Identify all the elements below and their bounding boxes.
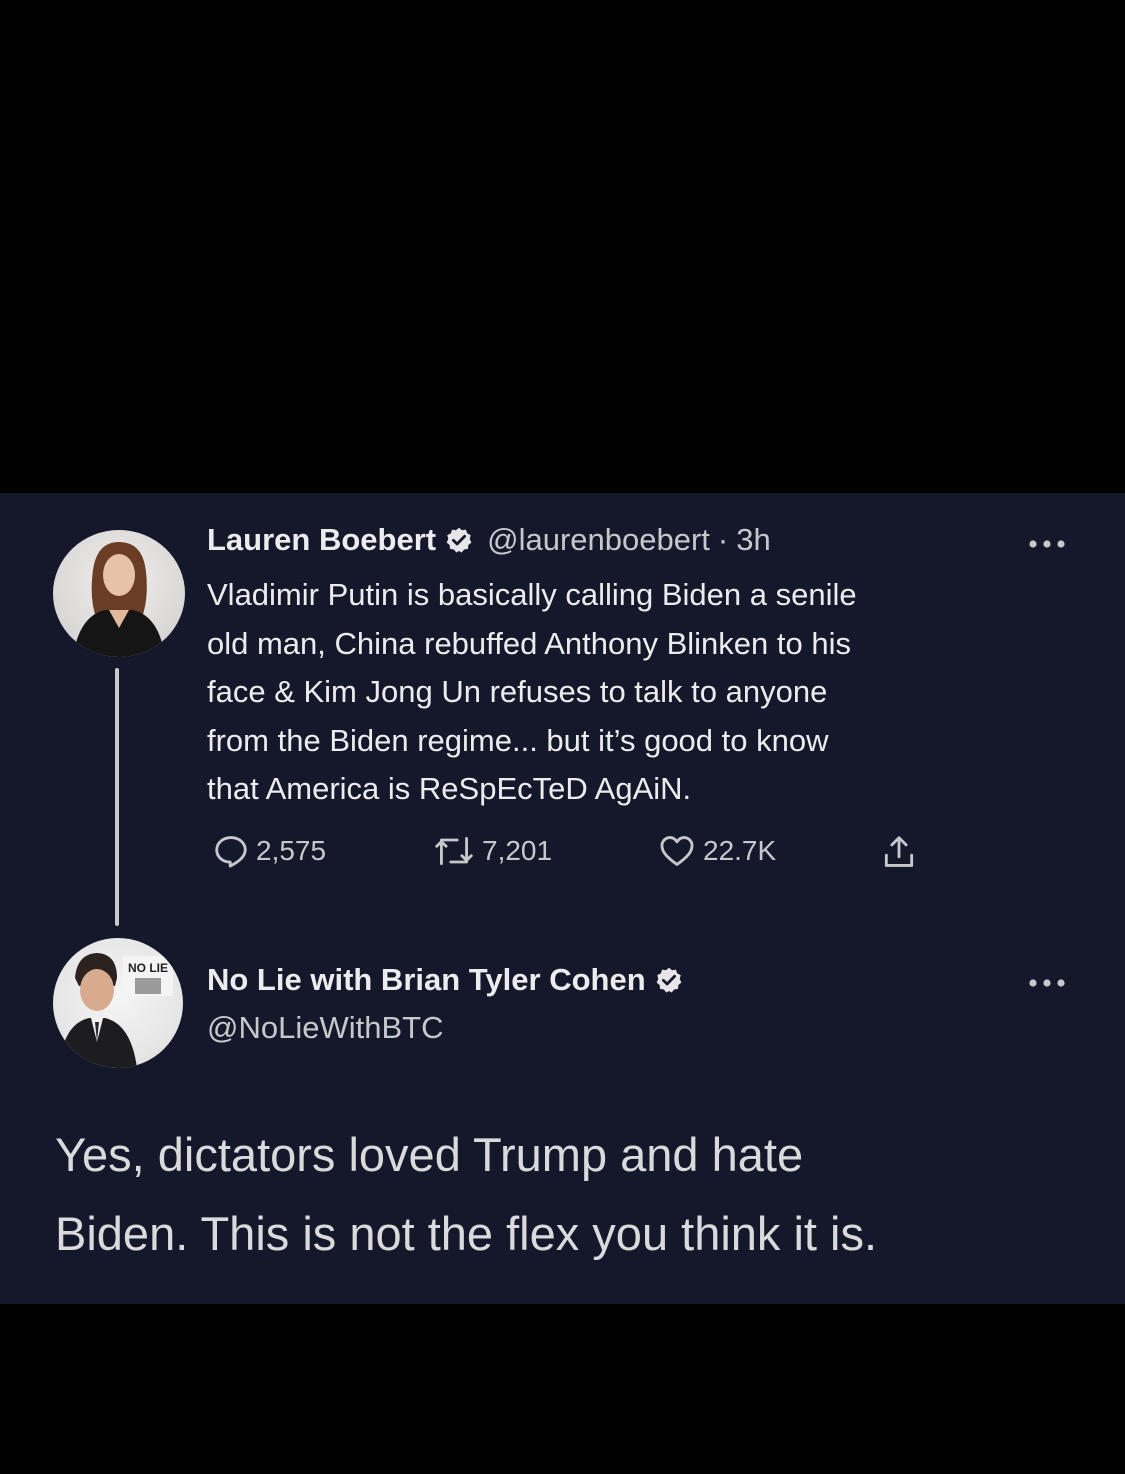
avatar-photo	[73, 542, 165, 657]
author-handle[interactable]: @laurenboebert	[487, 522, 710, 558]
more-icon[interactable]	[1027, 977, 1067, 989]
verified-badge-icon	[656, 967, 682, 993]
reply-text-line: Yes, dictators loved Trump and hate	[55, 1128, 804, 1181]
share-button[interactable]	[880, 832, 918, 872]
like-button[interactable]: 22.7K	[657, 832, 776, 870]
retweet-icon	[435, 837, 473, 865]
reply-button[interactable]: 2,575	[212, 832, 326, 870]
avatar[interactable]	[53, 530, 185, 657]
tweet-time[interactable]: 3h	[736, 522, 770, 558]
tweet-text-line: that America is ReSpEcTeD AgAiN.	[207, 771, 692, 806]
more-icon[interactable]	[1027, 538, 1067, 550]
author-name[interactable]: No Lie with Brian Tyler Cohen	[207, 962, 646, 998]
reply-icon	[215, 836, 247, 868]
avatar[interactable]: NO LIE	[53, 938, 183, 1068]
share-icon	[884, 836, 914, 867]
retweet-button[interactable]: 7,201	[432, 832, 552, 870]
tweet-text-line: face & Kim Jong Un refuses to talk to an…	[207, 674, 828, 709]
heart-icon	[660, 836, 694, 866]
thread-connector-line	[115, 668, 119, 926]
reply-text-line: Biden. This is not the flex you think it…	[55, 1207, 878, 1260]
avatar-photo: NO LIE	[59, 953, 173, 1068]
verified-badge-icon	[446, 527, 472, 553]
reply-count: 2,575	[256, 835, 327, 866]
author-name[interactable]: Lauren Boebert	[207, 522, 436, 558]
reply-tweet-text: Yes, dictators loved Trump and hate Bide…	[55, 1115, 1095, 1273]
like-count: 22.7K	[703, 835, 777, 866]
meta-separator: ·	[717, 522, 729, 557]
reply-tweet-header: No Lie with Brian Tyler Cohen	[207, 962, 697, 998]
tweet-text-line: from the Biden regime... but it’s good t…	[207, 722, 829, 758]
tweet-text-line: old man, China rebuffed Anthony Blinken …	[207, 625, 851, 661]
tweet-header: Lauren Boebert @laurenboebert · 3h	[207, 522, 771, 558]
tweet-text: Vladimir Putin is basically calling Bide…	[207, 571, 1067, 814]
author-handle[interactable]: @NoLieWithBTC	[207, 1010, 443, 1046]
avatar-sign-text: NO LIE	[128, 961, 168, 975]
tweet-text-line: Vladimir Putin is basically calling Bide…	[207, 577, 857, 612]
retweet-count: 7,201	[482, 835, 553, 866]
